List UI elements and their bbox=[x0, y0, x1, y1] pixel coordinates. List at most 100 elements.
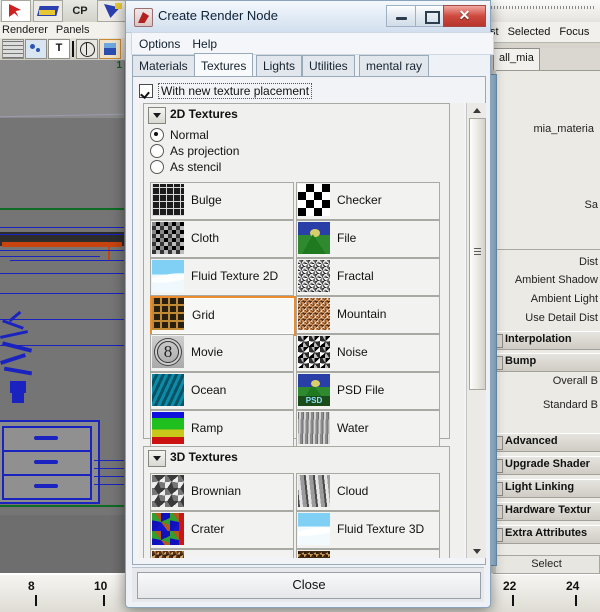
grid-view-icon[interactable] bbox=[2, 39, 24, 59]
dialog-title: Create Render Node bbox=[158, 8, 278, 23]
menu-focus[interactable]: Focus bbox=[559, 26, 589, 38]
shaded-cube-icon[interactable] bbox=[99, 39, 121, 59]
scrollbar-thumb[interactable] bbox=[469, 118, 486, 390]
shelf-icon-cursor[interactable] bbox=[1, 0, 31, 22]
texture-item-fluid-texture-2d[interactable]: Fluid Texture 2D bbox=[150, 258, 294, 296]
section-label: Bump bbox=[505, 355, 537, 367]
close-window-button[interactable]: ✕ bbox=[443, 5, 486, 27]
attribute-editor-panel: st Selected Focus all_mia mia_materia Sa… bbox=[489, 0, 600, 574]
radio-as-stencil[interactable] bbox=[150, 160, 164, 174]
texture-item-checker[interactable]: Checker bbox=[296, 182, 440, 220]
tab-lights[interactable]: Lights bbox=[256, 55, 303, 76]
particles-icon[interactable] bbox=[25, 39, 47, 59]
viewport-sky bbox=[0, 60, 124, 118]
texture-item-grid[interactable]: Grid bbox=[150, 296, 296, 336]
menu-panels[interactable]: Panels bbox=[56, 24, 90, 36]
fluid-texture-3d-swatch-icon bbox=[298, 513, 330, 545]
texture-item-fluid-texture-3d[interactable]: Fluid Texture 3D bbox=[296, 511, 440, 549]
texture-item-mountain[interactable]: Mountain bbox=[296, 296, 440, 334]
drag-handle-dots[interactable] bbox=[491, 6, 596, 9]
group-header-2d[interactable]: 2D Textures bbox=[144, 104, 449, 126]
wireframe-cube-icon[interactable] bbox=[76, 39, 98, 59]
texture-label: Fractal bbox=[337, 269, 374, 283]
create-render-node-dialog[interactable]: Create Render Node ✕ Options Help Materi… bbox=[125, 0, 494, 608]
brownian-swatch-icon bbox=[152, 475, 184, 507]
menu-selected[interactable]: Selected bbox=[508, 26, 551, 38]
scrollbar-grip-icon bbox=[474, 248, 481, 255]
texture-item-movie[interactable]: Movie bbox=[150, 334, 294, 372]
shelf-icon-plane[interactable] bbox=[33, 0, 63, 22]
texture-pane-scrollbar[interactable] bbox=[466, 103, 486, 558]
with-new-texture-placement-checkbox[interactable] bbox=[139, 84, 153, 98]
texture-item-granite[interactable]: Granite bbox=[150, 549, 294, 558]
texture-item-psd-file[interactable]: PSD PSD File bbox=[296, 372, 440, 410]
menu-renderer[interactable]: Renderer bbox=[2, 24, 48, 36]
section-extra-attributes[interactable]: Extra Attributes bbox=[489, 525, 600, 544]
maya-3d-viewport[interactable]: 1 bbox=[0, 60, 124, 515]
texture-item-cloth[interactable]: Cloth bbox=[150, 220, 294, 258]
texture-label: Grid bbox=[192, 308, 215, 322]
texture-item-leather[interactable]: Leather bbox=[296, 549, 440, 558]
radio-as-projection[interactable] bbox=[150, 144, 164, 158]
texture-item-file[interactable]: File bbox=[296, 220, 440, 258]
viewport-green-line-top bbox=[0, 208, 124, 210]
granite-swatch-icon bbox=[152, 551, 184, 558]
radio-normal[interactable] bbox=[150, 128, 164, 142]
menu-help[interactable]: Help bbox=[192, 37, 217, 51]
select-button[interactable]: Select bbox=[493, 555, 600, 574]
section-bump[interactable]: Bump bbox=[489, 353, 600, 372]
maximize-button[interactable] bbox=[415, 5, 446, 27]
panel-toolbar[interactable]: T bbox=[0, 38, 130, 61]
viewport-menu-bar[interactable]: Renderer Panels bbox=[0, 22, 130, 39]
texture-item-bulge[interactable]: Bulge bbox=[150, 182, 294, 220]
chevron-down-icon[interactable] bbox=[148, 450, 166, 467]
texture-item-ramp[interactable]: Ramp bbox=[150, 410, 294, 448]
time-tick-label: 10 bbox=[94, 579, 108, 593]
section-upgrade-shader[interactable]: Upgrade Shader bbox=[489, 456, 600, 475]
shelf-icon-cone[interactable] bbox=[97, 0, 127, 22]
tab-textures[interactable]: Textures bbox=[194, 53, 254, 76]
texture-item-cloud[interactable]: Cloud bbox=[296, 473, 440, 511]
scroll-down-arrow-icon[interactable] bbox=[468, 544, 485, 558]
texture-item-brownian[interactable]: Brownian bbox=[150, 473, 294, 511]
text-tool-icon[interactable]: T bbox=[48, 39, 70, 59]
texture-label: Ramp bbox=[191, 421, 224, 435]
attribute-editor-menubar[interactable]: st Selected Focus bbox=[489, 22, 600, 43]
radio-as-stencil-row[interactable]: As stencil bbox=[150, 160, 221, 174]
chevron-down-icon[interactable] bbox=[148, 107, 166, 124]
dialog-tab-row[interactable]: Materials Textures Lights Utilities ment… bbox=[132, 53, 484, 76]
dialog-footer: Close bbox=[132, 567, 484, 602]
with-new-texture-placement-row[interactable]: With new texture placement bbox=[139, 83, 313, 99]
attr-label: Dist bbox=[579, 256, 598, 268]
texture-item-crater[interactable]: Crater bbox=[150, 511, 294, 549]
attr-label: Ambient Shadow bbox=[514, 274, 598, 286]
section-interpolation[interactable]: Interpolation bbox=[489, 331, 600, 350]
tab-mental-ray[interactable]: mental ray bbox=[359, 55, 430, 76]
tab-materials[interactable]: Materials bbox=[132, 55, 195, 76]
texture-scroll-pane[interactable]: 2D Textures Normal As projection As sten… bbox=[139, 103, 464, 558]
section-light-linking[interactable]: Light Linking bbox=[489, 479, 600, 498]
viewport-selected-edge-vert bbox=[108, 242, 110, 260]
attribute-editor-titlebar[interactable] bbox=[489, 0, 600, 23]
radio-as-projection-row[interactable]: As projection bbox=[150, 144, 239, 158]
texture-item-ocean[interactable]: Ocean bbox=[150, 372, 294, 410]
tab-utilities[interactable]: Utilities bbox=[302, 55, 355, 76]
section-hardware-texturing[interactable]: Hardware Textur bbox=[489, 502, 600, 521]
dialog-menubar[interactable]: Options Help bbox=[131, 32, 494, 55]
wire-line bbox=[94, 460, 124, 461]
section-label: Upgrade Shader bbox=[505, 458, 590, 470]
radio-normal-row[interactable]: Normal bbox=[150, 128, 209, 142]
group-header-3d[interactable]: 3D Textures bbox=[144, 447, 449, 469]
dialog-titlebar[interactable]: Create Render Node ✕ bbox=[126, 1, 490, 33]
section-advanced[interactable]: Advanced bbox=[489, 433, 600, 452]
minimize-button[interactable] bbox=[386, 5, 417, 27]
texture-item-water[interactable]: Water bbox=[296, 410, 440, 448]
shelf-toolbar[interactable]: CP bbox=[0, 0, 129, 23]
texture-label: Movie bbox=[191, 345, 224, 359]
scroll-up-arrow-icon[interactable] bbox=[468, 103, 485, 117]
scrollbar-thumb[interactable] bbox=[490, 74, 497, 566]
texture-item-noise[interactable]: Noise bbox=[296, 334, 440, 372]
menu-options[interactable]: Options bbox=[139, 37, 180, 51]
texture-item-fractal[interactable]: Fractal bbox=[296, 258, 440, 296]
close-button[interactable]: Close bbox=[137, 572, 481, 599]
